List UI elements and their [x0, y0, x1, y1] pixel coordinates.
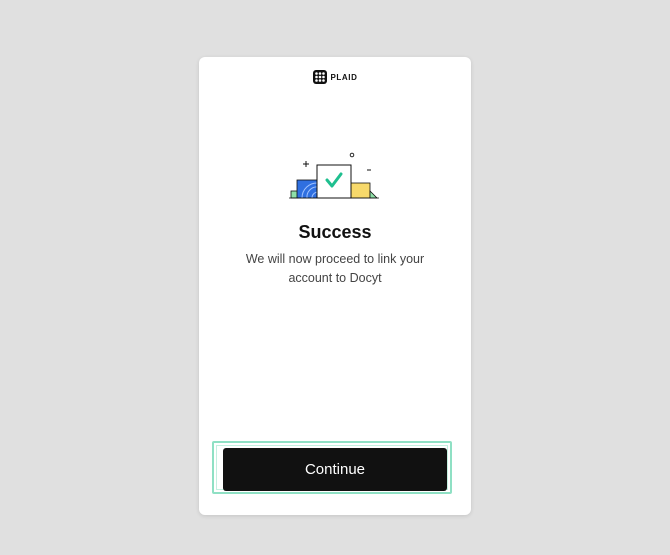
success-dialog: PLAID Success We will now proceed to lin…: [199, 57, 471, 515]
success-checkmark-illustration: [287, 149, 383, 201]
continue-button[interactable]: Continue: [223, 448, 447, 491]
success-message: We will now proceed to link your account…: [245, 252, 425, 285]
plaid-logo-icon: [312, 70, 327, 84]
brand-header: PLAID: [199, 70, 471, 84]
brand-name: PLAID: [330, 72, 358, 82]
success-title: Success: [298, 222, 372, 242]
